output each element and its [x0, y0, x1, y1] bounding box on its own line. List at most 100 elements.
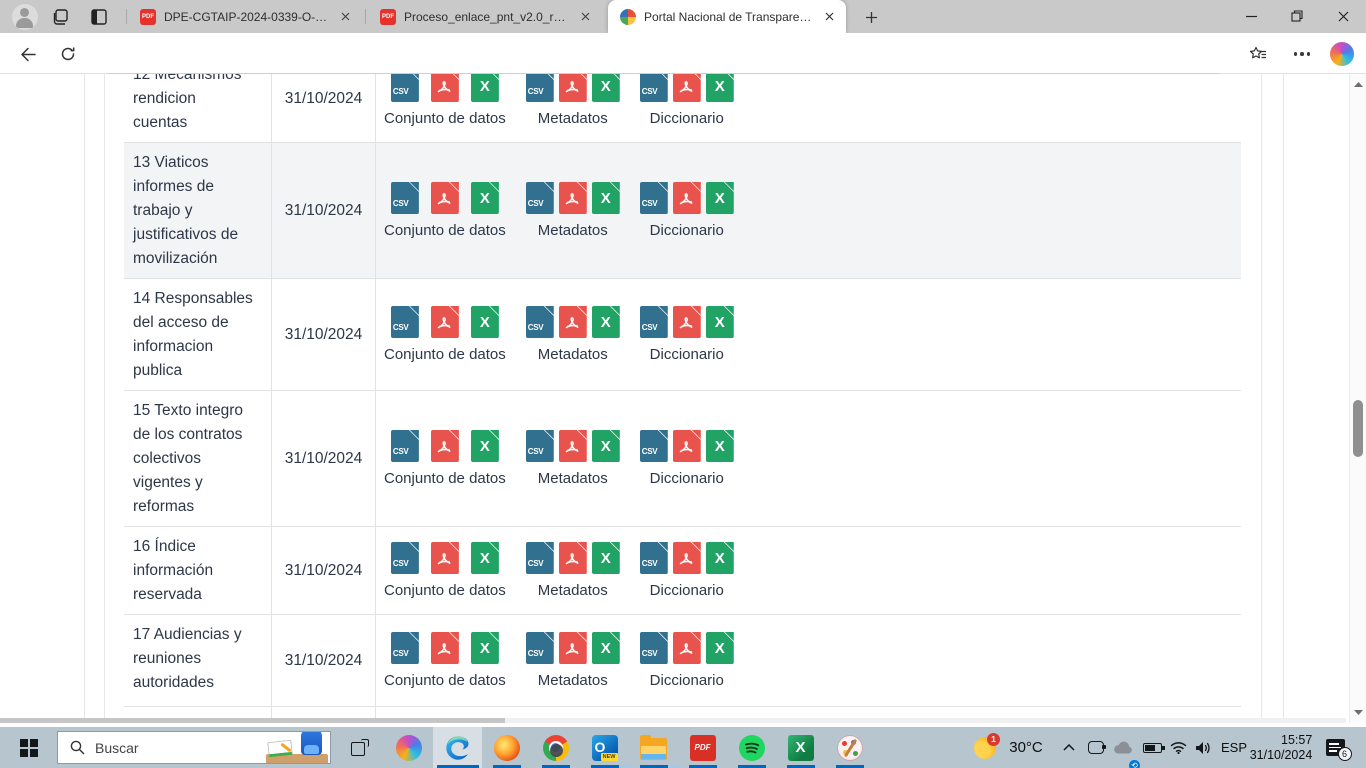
scroll-down-arrow[interactable] — [1352, 706, 1365, 719]
csv-download-icon[interactable]: CSV — [391, 182, 419, 214]
minimize-button[interactable] — [1228, 0, 1274, 32]
pdf-download-icon[interactable] — [431, 632, 459, 664]
vertical-scrollbar[interactable] — [1349, 74, 1366, 723]
pdf-download-icon[interactable] — [673, 430, 701, 462]
taskbar-firefox-button[interactable] — [482, 727, 531, 768]
settings-menu-icon[interactable] — [1288, 40, 1316, 68]
csv-download-icon[interactable]: CSV — [640, 430, 668, 462]
pdf-download-icon[interactable] — [559, 74, 587, 102]
tab-portal-active[interactable]: Portal Nacional de Transparencia — [608, 0, 846, 33]
wifi-icon[interactable] — [1166, 727, 1190, 768]
excel-download-icon[interactable]: X — [706, 306, 734, 338]
language-indicator[interactable]: ESP — [1218, 727, 1250, 768]
tab-actions-icon[interactable] — [86, 4, 112, 30]
csv-download-icon[interactable]: CSV — [391, 430, 419, 462]
temperature-label[interactable]: 30°C — [1004, 727, 1048, 768]
workspaces-icon[interactable] — [48, 4, 74, 30]
profile-avatar[interactable] — [12, 4, 38, 30]
start-button[interactable] — [0, 727, 57, 768]
tab-close-icon[interactable] — [821, 8, 838, 25]
csv-download-icon[interactable]: CSV — [391, 306, 419, 338]
pdf-download-icon[interactable] — [673, 182, 701, 214]
tab-close-icon[interactable] — [337, 8, 354, 25]
excel-download-icon[interactable]: X — [706, 542, 734, 574]
excel-download-icon[interactable]: X — [471, 182, 499, 214]
restore-button[interactable] — [1274, 0, 1320, 32]
pdf-download-icon[interactable] — [559, 430, 587, 462]
excel-download-icon[interactable]: X — [706, 632, 734, 664]
battery-icon[interactable] — [1139, 727, 1165, 768]
pdf-download-icon[interactable] — [559, 542, 587, 574]
refresh-button[interactable] — [54, 40, 82, 68]
pdf-download-icon[interactable] — [431, 542, 459, 574]
taskbar-paint-button[interactable] — [825, 727, 874, 768]
pdf-download-icon[interactable] — [673, 542, 701, 574]
meet-now-icon[interactable] — [1084, 727, 1108, 768]
favorites-hub-icon[interactable] — [1244, 40, 1272, 68]
csv-download-icon[interactable]: CSV — [640, 632, 668, 664]
excel-download-icon[interactable]: X — [592, 306, 620, 338]
csv-download-icon[interactable]: CSV — [526, 306, 554, 338]
taskbar-copilot-button[interactable] — [384, 727, 433, 768]
excel-download-icon[interactable]: X — [706, 430, 734, 462]
csv-download-icon[interactable]: CSV — [526, 632, 554, 664]
excel-download-icon[interactable]: X — [471, 430, 499, 462]
back-button[interactable] — [14, 40, 42, 68]
horizontal-scrollbar-thumb[interactable] — [0, 718, 505, 723]
pdf-download-icon[interactable] — [431, 306, 459, 338]
csv-download-icon[interactable]: CSV — [640, 542, 668, 574]
pdf-download-icon[interactable] — [431, 74, 459, 102]
onedrive-icon[interactable]: ⟲ — [1110, 727, 1136, 768]
taskbar-file-explorer-button[interactable] — [629, 727, 678, 768]
taskbar-outlook-button[interactable]: ONEW — [580, 727, 629, 768]
new-tab-button[interactable] — [858, 6, 884, 28]
close-window-button[interactable] — [1320, 0, 1366, 32]
csv-download-icon[interactable]: CSV — [391, 74, 419, 102]
search-highlight-illustration[interactable] — [266, 731, 328, 763]
pdf-download-icon[interactable] — [431, 182, 459, 214]
csv-download-icon[interactable]: CSV — [391, 542, 419, 574]
csv-download-icon[interactable]: CSV — [526, 430, 554, 462]
scroll-up-arrow[interactable] — [1352, 77, 1365, 90]
csv-download-icon[interactable]: CSV — [640, 74, 668, 102]
pdf-download-icon[interactable] — [559, 306, 587, 338]
csv-download-icon[interactable]: CSV — [391, 632, 419, 664]
notification-center-button[interactable]: 6 — [1320, 727, 1350, 768]
taskbar-pdf-app-button[interactable]: PDF — [678, 727, 727, 768]
tab-pdf-1[interactable]: PDF DPE-CGTAIP-2024-0339-O-directri — [128, 0, 362, 33]
pdf-download-icon[interactable] — [673, 74, 701, 102]
taskbar-excel-button[interactable]: X — [776, 727, 825, 768]
taskbar-spotify-button[interactable] — [727, 727, 776, 768]
taskbar-search-input[interactable]: Buscar — [57, 731, 331, 764]
tab-close-icon[interactable] — [577, 8, 594, 25]
pdf-download-icon[interactable] — [559, 182, 587, 214]
excel-download-icon[interactable]: X — [592, 542, 620, 574]
excel-download-icon[interactable]: X — [471, 74, 499, 102]
csv-download-icon[interactable]: CSV — [526, 182, 554, 214]
excel-download-icon[interactable]: X — [706, 74, 734, 102]
taskbar-chrome-button[interactable] — [531, 727, 580, 768]
excel-download-icon[interactable]: X — [471, 542, 499, 574]
csv-download-icon[interactable]: CSV — [640, 306, 668, 338]
csv-download-icon[interactable]: CSV — [526, 74, 554, 102]
excel-download-icon[interactable]: X — [592, 74, 620, 102]
excel-download-icon[interactable]: X — [706, 182, 734, 214]
csv-download-icon[interactable]: CSV — [526, 542, 554, 574]
excel-download-icon[interactable]: X — [592, 430, 620, 462]
taskbar-edge-button[interactable] — [433, 727, 482, 768]
volume-icon[interactable] — [1190, 727, 1216, 768]
pdf-download-icon[interactable] — [559, 632, 587, 664]
tab-pdf-2[interactable]: PDF Proceso_enlace_pnt_v2.0_réplica_ — [368, 0, 602, 33]
csv-download-icon[interactable]: CSV — [640, 182, 668, 214]
pdf-download-icon[interactable] — [673, 632, 701, 664]
weather-widget-icon[interactable]: 1 — [972, 727, 998, 768]
pdf-download-icon[interactable] — [431, 430, 459, 462]
hidden-icons-chevron[interactable] — [1058, 727, 1080, 768]
clock[interactable]: 15:5731/10/2024 — [1248, 727, 1314, 768]
excel-download-icon[interactable]: X — [592, 182, 620, 214]
excel-download-icon[interactable]: X — [471, 632, 499, 664]
excel-download-icon[interactable]: X — [471, 306, 499, 338]
copilot-icon[interactable] — [1328, 40, 1356, 68]
vertical-scrollbar-thumb[interactable] — [1353, 400, 1363, 457]
task-view-button[interactable] — [335, 727, 384, 768]
